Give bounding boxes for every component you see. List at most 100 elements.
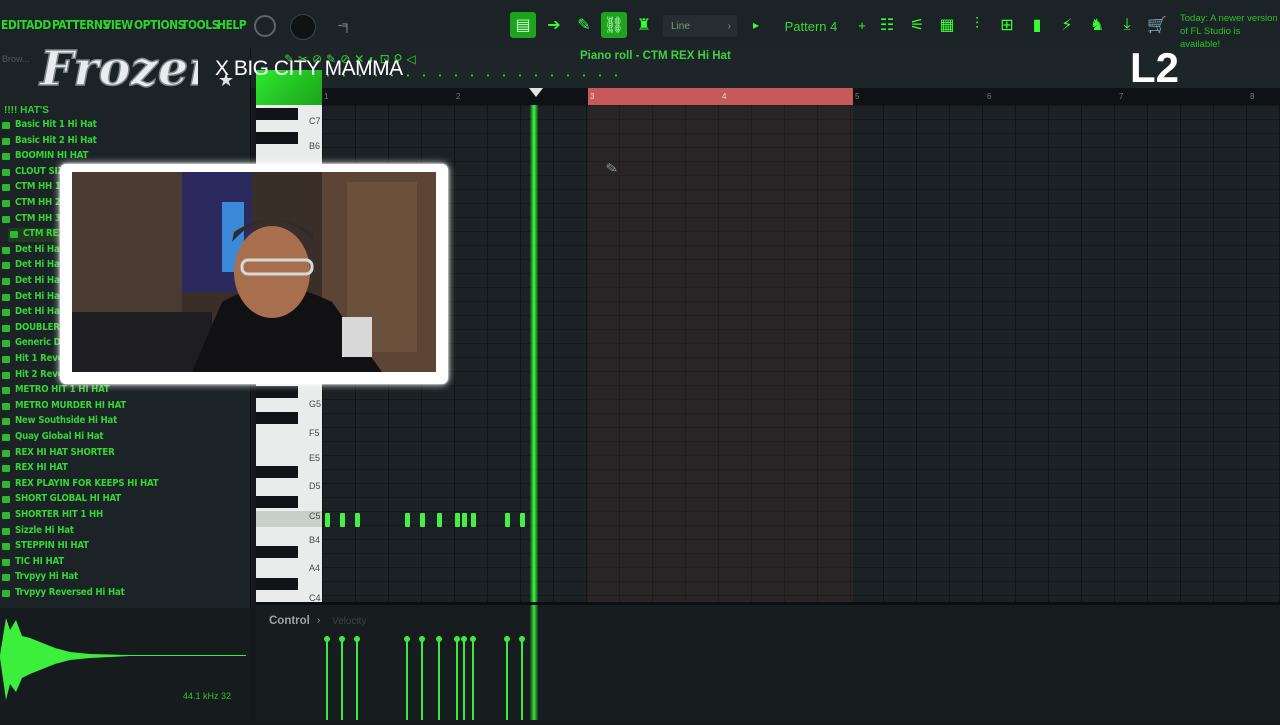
note-block[interactable] xyxy=(325,513,330,527)
bar-number: 3 xyxy=(590,92,595,101)
black-key[interactable] xyxy=(256,132,298,144)
stamp-icon[interactable]: ♜ xyxy=(631,12,657,38)
browser-item[interactable]: Det Hi Hat xyxy=(0,306,64,320)
black-key[interactable] xyxy=(256,466,298,478)
note-block[interactable] xyxy=(420,513,425,527)
browser-item[interactable]: Det Hi Hat xyxy=(0,275,64,289)
link-icon[interactable]: ⛓ xyxy=(601,12,627,38)
control-label[interactable]: Control xyxy=(269,615,310,627)
velocity-bar[interactable] xyxy=(454,636,460,720)
browser-item[interactable]: REX HI HAT SHORTER xyxy=(0,447,115,461)
arrow-right-icon[interactable]: ➔ xyxy=(541,12,567,38)
browser-item[interactable]: Trvpyy Hi Hat xyxy=(0,571,78,585)
snap-mode-label: Line xyxy=(671,20,690,32)
browser-item[interactable]: Basic Hit 1 Hi Hat xyxy=(0,119,97,133)
browser-item[interactable]: SHORTER HIT 1 HH xyxy=(0,509,103,523)
black-key[interactable] xyxy=(256,108,298,120)
velocity-bar[interactable] xyxy=(519,636,525,720)
browser-item[interactable]: CTM HH 2 xyxy=(0,197,61,211)
velocity-bar[interactable] xyxy=(504,636,510,720)
chevron-right-icon: › xyxy=(317,615,321,626)
browser-item[interactable]: CTM REX xyxy=(8,228,65,243)
sample-info: 44.1 kHz 32 xyxy=(183,691,232,701)
black-key[interactable] xyxy=(256,546,298,558)
plugin-picker-icon[interactable]: ⊞ xyxy=(994,12,1020,38)
black-key[interactable] xyxy=(256,412,298,424)
note-label: D5 xyxy=(309,481,321,491)
download-icon[interactable]: ⤓ xyxy=(1114,12,1140,38)
pattern-arrow-icon[interactable]: ▸ xyxy=(743,12,769,38)
note-block[interactable] xyxy=(471,513,476,527)
control-param[interactable]: Velocity xyxy=(332,616,366,627)
velocity-bar[interactable] xyxy=(461,636,467,720)
playhead[interactable] xyxy=(530,105,538,602)
overlay-corner-label: L2 xyxy=(1130,44,1180,91)
browser-item[interactable]: METRO HIT 1 HI HAT xyxy=(0,384,110,398)
piano-roll-icon[interactable]: ⚟ xyxy=(904,12,930,38)
browser-item[interactable]: SHORT GLOBAL HI HAT xyxy=(0,493,121,507)
note-label: E5 xyxy=(309,453,321,463)
playhead-marker-icon[interactable] xyxy=(529,88,543,97)
cart-icon[interactable]: 🛒 xyxy=(1144,12,1170,38)
browser-item[interactable]: Trvpyy Reversed Hi Hat xyxy=(0,587,125,601)
note-block[interactable] xyxy=(462,513,467,527)
channel-rack-icon[interactable]: ▦ xyxy=(934,12,960,38)
browser-item[interactable]: TIC HI HAT xyxy=(0,556,64,570)
browser-item[interactable]: CTM HH 3 xyxy=(0,213,61,227)
piano-roll-title[interactable]: Piano roll - CTM REX Hi Hat xyxy=(580,50,731,62)
velocity-bar[interactable] xyxy=(339,636,345,720)
streamer-logo: Frozen xyxy=(37,30,224,110)
note-block[interactable] xyxy=(455,513,460,527)
menu-edit[interactable]: EDIT xyxy=(1,18,27,32)
add-pattern-icon[interactable]: + xyxy=(849,12,875,38)
loop-region[interactable] xyxy=(588,88,853,105)
webcam-feed xyxy=(72,172,436,372)
browser-tab[interactable]: Brow... xyxy=(2,54,30,64)
note-block[interactable] xyxy=(405,513,410,527)
browser-item[interactable]: BOOMIN HI HAT xyxy=(0,150,88,164)
black-key[interactable] xyxy=(256,386,298,398)
velocity-bar[interactable] xyxy=(436,636,442,720)
browser-item[interactable]: Det Hi Hat xyxy=(0,244,64,258)
browser-item[interactable]: CTM HH 1 xyxy=(0,181,61,195)
velocity-bar[interactable] xyxy=(324,636,330,720)
note-block[interactable] xyxy=(520,513,525,527)
logo-graphic: Frozen xyxy=(37,40,224,98)
browser-item[interactable]: Quay Global Hi Hat xyxy=(0,431,104,445)
browser-item[interactable]: Basic Hit 2 Hi Hat xyxy=(0,135,97,149)
playlist-icon[interactable]: ☷ xyxy=(874,12,900,38)
browser-item[interactable]: REX HI HAT xyxy=(0,462,68,476)
note-block[interactable] xyxy=(355,513,360,527)
browser-item[interactable]: REX PLAYIN FOR KEEPS HI HAT xyxy=(0,478,159,492)
pencil-icon[interactable]: ✎ xyxy=(571,12,597,38)
master-volume-knob[interactable] xyxy=(290,14,316,40)
black-key[interactable] xyxy=(256,496,298,508)
browser-item[interactable]: Sizzle Hi Hat xyxy=(0,525,74,539)
velocity-bar[interactable] xyxy=(470,636,476,720)
menu-help[interactable]: HELP xyxy=(217,18,247,32)
browser-item[interactable]: STEPPIN HI HAT xyxy=(0,540,89,554)
browser-item[interactable]: METRO MURDER HI HAT xyxy=(0,400,126,414)
pattern-selector[interactable]: Pattern 4 xyxy=(771,13,851,39)
mixer-icon[interactable]: ⫶ xyxy=(964,12,990,38)
browser-item[interactable]: Det Hi Hat xyxy=(0,259,64,273)
note-block[interactable] xyxy=(505,513,510,527)
velocity-bar[interactable] xyxy=(404,636,410,720)
playlist-mode-icon[interactable]: ▤ xyxy=(510,12,536,38)
browser-item[interactable]: New Southside Hi Hat xyxy=(0,415,117,429)
note-block[interactable] xyxy=(437,513,442,527)
velocity-bar[interactable] xyxy=(354,636,360,720)
webcam-overlay xyxy=(60,164,448,384)
browser-item[interactable]: Det Hi Hat xyxy=(0,291,64,305)
note-label: F5 xyxy=(309,428,320,438)
black-key[interactable] xyxy=(256,578,298,590)
snap-mode-select[interactable]: Line › xyxy=(663,15,737,37)
event-control-lane[interactable] xyxy=(256,602,1280,723)
tuner-icon[interactable]: ♞ xyxy=(1084,12,1110,38)
velocity-bar[interactable] xyxy=(419,636,425,720)
file-icon[interactable]: ▮ xyxy=(1024,12,1050,38)
plug-icon[interactable]: ⚡ xyxy=(1054,12,1080,38)
update-hint[interactable]: Today: A newer version of FL Studio is a… xyxy=(1180,12,1280,51)
pitch-slider-icon[interactable]: -╕ xyxy=(338,17,360,33)
note-block[interactable] xyxy=(340,513,345,527)
